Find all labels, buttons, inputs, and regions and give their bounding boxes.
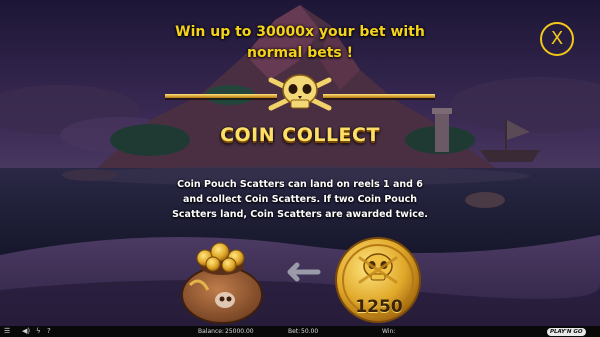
- speaker-icon[interactable]: ◀): [22, 327, 30, 336]
- win-headline: Win up to 30000x your bet with normal be…: [150, 22, 450, 64]
- bet-value: 50.00: [301, 328, 319, 335]
- status-bar: ☰ ◀) ϟ ? Balance: 25000.00 Bet: 50.00 Wi…: [0, 326, 600, 337]
- headline-line-2: normal bets !: [247, 45, 353, 61]
- win-label: Win:: [382, 328, 396, 335]
- headline-line-1: Win up to 30000x your bet with: [175, 24, 425, 40]
- feature-title: COIN COLLECT: [220, 124, 380, 146]
- feature-description: Coin Pouch Scatters can land on reels 1 …: [150, 177, 450, 222]
- description-line: and collect Coin Scatters. If two Coin P…: [183, 194, 417, 205]
- bet-label: Bet:: [288, 328, 301, 335]
- balance-value: 25000.00: [225, 328, 254, 335]
- balance-label: Balance:: [198, 328, 224, 335]
- lightning-icon[interactable]: ϟ: [36, 327, 41, 336]
- hamburger-menu-icon[interactable]: ☰: [4, 327, 10, 336]
- coin-value: 1250: [355, 297, 403, 317]
- provider-logo: PLAY'N GO: [547, 327, 586, 336]
- close-button[interactable]: X: [540, 22, 574, 56]
- description-line: Scatters land, Coin Scatters are awarded…: [172, 209, 428, 220]
- question-icon[interactable]: ?: [47, 327, 51, 336]
- description-line: Coin Pouch Scatters can land on reels 1 …: [177, 179, 423, 190]
